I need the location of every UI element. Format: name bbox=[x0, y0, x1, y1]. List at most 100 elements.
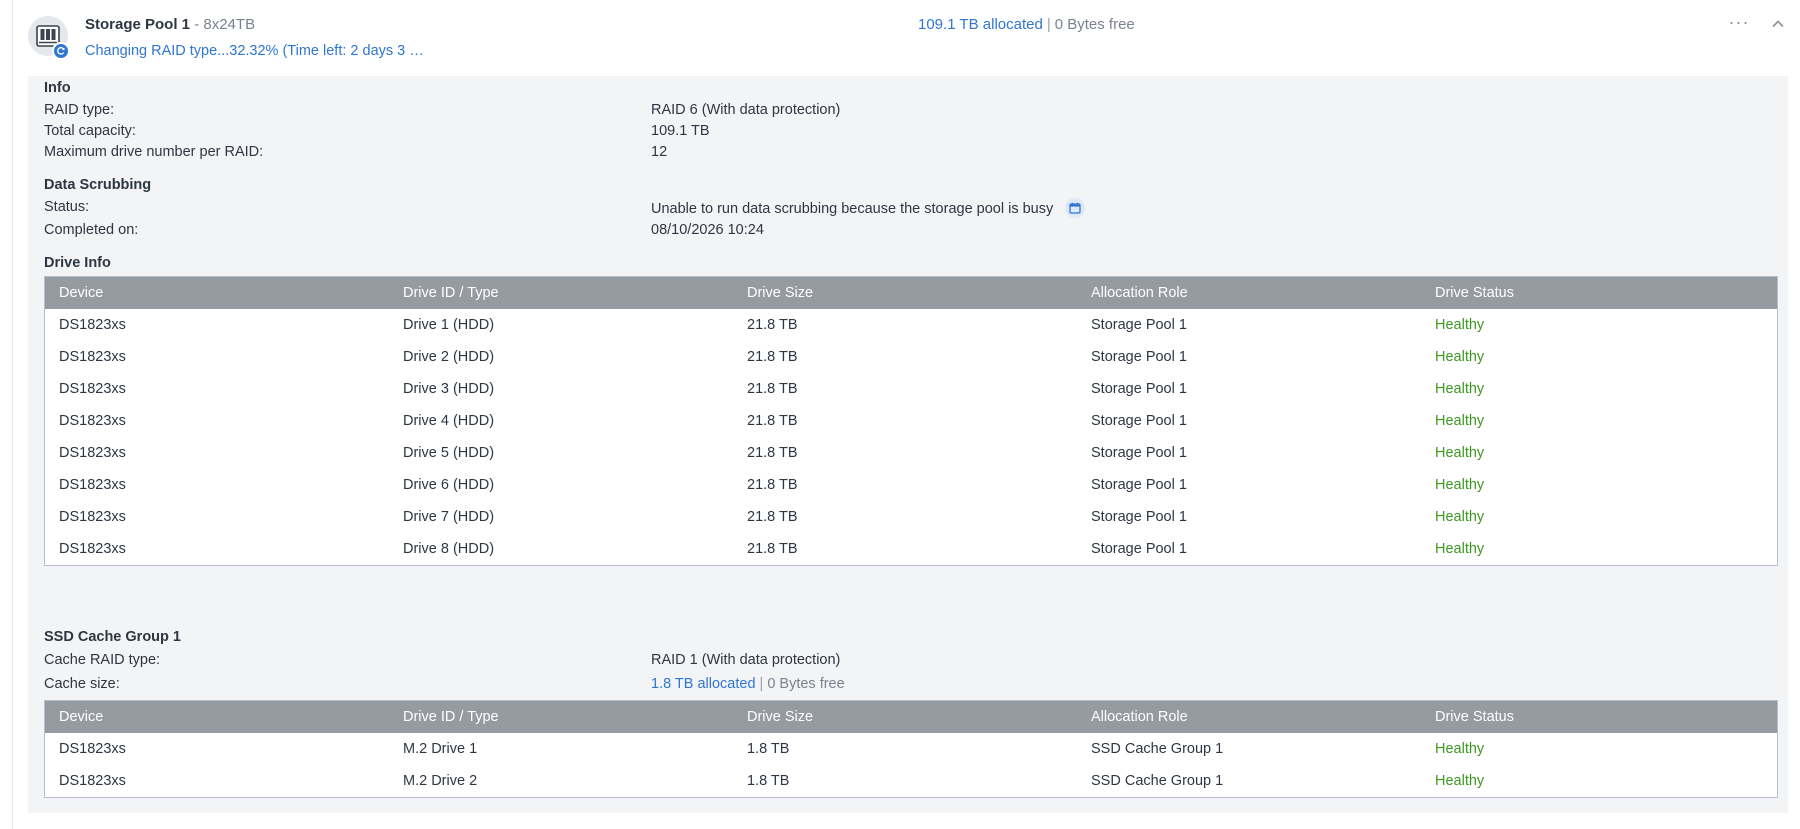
completed-on-label: Completed on: bbox=[44, 222, 139, 238]
raid-change-badge-icon bbox=[52, 42, 70, 60]
ssd-cache-title: SSD Cache Group 1 bbox=[44, 629, 181, 645]
pool-name: Storage Pool 1 bbox=[85, 16, 191, 33]
drive-status-cell: Healthy bbox=[1435, 445, 1485, 461]
max-drive-value: 12 bbox=[651, 144, 668, 160]
allocation-role-cell: SSD Cache Group 1 bbox=[1091, 741, 1224, 757]
table-row[interactable]: DS1823xs Drive 2 (HDD) 21.8 TB Storage P… bbox=[45, 341, 1777, 373]
storage-pool-header[interactable]: Storage Pool 1 - 8x24TB Changing RAID ty… bbox=[28, 0, 1800, 76]
drive-size-cell: 21.8 TB bbox=[747, 349, 798, 365]
pool-details-panel: Info RAID type: RAID 6 (With data protec… bbox=[28, 76, 1788, 813]
cache-size-divider: | bbox=[759, 676, 764, 692]
device-cell: DS1823xs bbox=[59, 741, 126, 757]
capacity-divider: | bbox=[1046, 16, 1051, 33]
drive-size-cell: 21.8 TB bbox=[747, 445, 798, 461]
cache-size-label: Cache size: bbox=[44, 676, 120, 692]
allocation-role-cell: SSD Cache Group 1 bbox=[1091, 773, 1224, 789]
device-cell: DS1823xs bbox=[59, 541, 126, 557]
drive-info-title: Drive Info bbox=[44, 255, 111, 271]
drive-size-cell: 21.8 TB bbox=[747, 509, 798, 525]
drive-id-cell: Drive 8 (HDD) bbox=[403, 541, 495, 557]
drive-id-cell: Drive 2 (HDD) bbox=[403, 349, 495, 365]
table-row[interactable]: DS1823xs Drive 4 (HDD) 21.8 TB Storage P… bbox=[45, 405, 1777, 437]
cache-free-space: 0 Bytes free bbox=[767, 676, 845, 692]
cache-allocated-link[interactable]: 1.8 TB allocated bbox=[651, 676, 756, 692]
allocation-role-cell: Storage Pool 1 bbox=[1091, 541, 1187, 557]
col-drive-status[interactable]: Drive Status bbox=[1435, 277, 1514, 309]
col-drive-status[interactable]: Drive Status bbox=[1435, 701, 1514, 733]
drive-size-cell: 21.8 TB bbox=[747, 541, 798, 557]
table-row[interactable]: DS1823xs Drive 6 (HDD) 21.8 TB Storage P… bbox=[45, 469, 1777, 501]
scrubbing-title: Data Scrubbing bbox=[44, 177, 152, 193]
max-drive-label: Maximum drive number per RAID: bbox=[44, 144, 264, 160]
col-drive-size[interactable]: Drive Size bbox=[747, 277, 813, 309]
drive-status-cell: Healthy bbox=[1435, 413, 1485, 429]
col-drive-id[interactable]: Drive ID / Type bbox=[403, 701, 499, 733]
allocation-role-cell: Storage Pool 1 bbox=[1091, 381, 1187, 397]
drive-status-cell: Healthy bbox=[1435, 381, 1485, 397]
raid-type-label: RAID type: bbox=[44, 102, 115, 118]
drive-status-cell: Healthy bbox=[1435, 509, 1485, 525]
storage-pool-card: Storage Pool 1 - 8x24TB Changing RAID ty… bbox=[28, 0, 1800, 829]
pool-title: Storage Pool 1 - 8x24TB bbox=[85, 16, 255, 33]
drive-id-cell: M.2 Drive 1 bbox=[403, 741, 478, 757]
drive-status-cell: Healthy bbox=[1435, 349, 1485, 365]
ssd-cache-header: Device Drive ID / Type Drive Size Alloca… bbox=[45, 701, 1777, 733]
completed-on-value: 08/10/2026 10:24 bbox=[651, 222, 764, 238]
allocation-role-cell: Storage Pool 1 bbox=[1091, 317, 1187, 333]
scrubbing-status-label: Status: bbox=[44, 199, 90, 215]
ssd-cache-table: Device Drive ID / Type Drive Size Alloca… bbox=[44, 700, 1778, 798]
drive-size-cell: 1.8 TB bbox=[747, 773, 790, 789]
table-row[interactable]: DS1823xs Drive 3 (HDD) 21.8 TB Storage P… bbox=[45, 373, 1777, 405]
pool-config: 8x24TB bbox=[203, 16, 256, 33]
total-capacity-label: Total capacity: bbox=[44, 123, 136, 139]
storage-pool-icon bbox=[28, 16, 70, 60]
device-cell: DS1823xs bbox=[59, 477, 126, 493]
allocation-role-cell: Storage Pool 1 bbox=[1091, 445, 1187, 461]
drive-status-cell: Healthy bbox=[1435, 741, 1485, 757]
col-drive-id[interactable]: Drive ID / Type bbox=[403, 277, 499, 309]
table-row[interactable]: DS1823xs M.2 Drive 1 1.8 TB SSD Cache Gr… bbox=[45, 733, 1777, 765]
table-row[interactable]: DS1823xs Drive 7 (HDD) 21.8 TB Storage P… bbox=[45, 501, 1777, 533]
drive-status-cell: Healthy bbox=[1435, 541, 1485, 557]
scrub-schedule-icon[interactable] bbox=[1065, 198, 1086, 218]
drive-size-cell: 21.8 TB bbox=[747, 381, 798, 397]
col-allocation-role[interactable]: Allocation Role bbox=[1091, 277, 1188, 309]
drive-id-cell: Drive 6 (HDD) bbox=[403, 477, 495, 493]
raid-type-value: RAID 6 (With data protection) bbox=[651, 102, 841, 118]
scrubbing-status-text: Unable to run data scrubbing because the… bbox=[651, 200, 1054, 217]
allocation-role-cell: Storage Pool 1 bbox=[1091, 477, 1187, 493]
cache-size-value: 1.8 TB allocated | 0 Bytes free bbox=[651, 676, 845, 692]
table-row[interactable]: DS1823xs Drive 1 (HDD) 21.8 TB Storage P… bbox=[45, 309, 1777, 341]
drive-id-cell: Drive 3 (HDD) bbox=[403, 381, 495, 397]
table-row[interactable]: DS1823xs M.2 Drive 2 1.8 TB SSD Cache Gr… bbox=[45, 765, 1777, 797]
chevron-up-icon[interactable] bbox=[1766, 12, 1790, 36]
more-icon[interactable]: ··· bbox=[1725, 12, 1753, 36]
drive-size-cell: 21.8 TB bbox=[747, 317, 798, 333]
device-cell: DS1823xs bbox=[59, 509, 126, 525]
drive-size-cell: 21.8 TB bbox=[747, 477, 798, 493]
drive-status-cell: Healthy bbox=[1435, 773, 1485, 789]
drive-id-cell: Drive 7 (HDD) bbox=[403, 509, 495, 525]
col-device[interactable]: Device bbox=[59, 701, 103, 733]
device-cell: DS1823xs bbox=[59, 773, 126, 789]
raid-change-progress: Changing RAID type...32.32% (Time left: … bbox=[85, 43, 424, 59]
cache-raid-value: RAID 1 (With data protection) bbox=[651, 652, 841, 668]
left-border bbox=[12, 0, 13, 829]
total-capacity-value: 109.1 TB bbox=[651, 123, 710, 139]
drive-size-cell: 21.8 TB bbox=[747, 413, 798, 429]
col-allocation-role[interactable]: Allocation Role bbox=[1091, 701, 1188, 733]
table-row[interactable]: DS1823xs Drive 5 (HDD) 21.8 TB Storage P… bbox=[45, 437, 1777, 469]
allocation-role-cell: Storage Pool 1 bbox=[1091, 509, 1187, 525]
drive-status-cell: Healthy bbox=[1435, 477, 1485, 493]
drive-info-header: Device Drive ID / Type Drive Size Alloca… bbox=[45, 277, 1777, 309]
drive-info-table: Device Drive ID / Type Drive Size Alloca… bbox=[44, 276, 1778, 566]
col-drive-size[interactable]: Drive Size bbox=[747, 701, 813, 733]
allocated-link[interactable]: 109.1 TB allocated bbox=[918, 16, 1043, 33]
device-cell: DS1823xs bbox=[59, 349, 126, 365]
free-space: 0 Bytes free bbox=[1054, 16, 1135, 33]
allocation-role-cell: Storage Pool 1 bbox=[1091, 349, 1187, 365]
table-row[interactable]: DS1823xs Drive 8 (HDD) 21.8 TB Storage P… bbox=[45, 533, 1777, 565]
device-cell: DS1823xs bbox=[59, 445, 126, 461]
col-device[interactable]: Device bbox=[59, 277, 103, 309]
device-cell: DS1823xs bbox=[59, 413, 126, 429]
